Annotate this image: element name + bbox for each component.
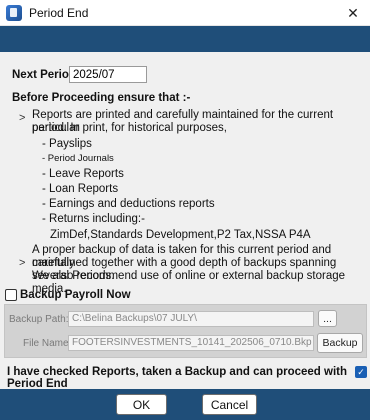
footer-bar: OK Cancel <box>0 389 370 420</box>
header-banner <box>0 26 370 52</box>
confirm-label: I have checked Reports, taken a Backup a… <box>7 366 348 390</box>
before-heading: Before Proceeding ensure that :- <box>12 92 191 104</box>
point1-line2: particular print, for historical purpose… <box>32 122 227 134</box>
title-bar: Period End ✕ <box>0 0 370 26</box>
cancel-button[interactable]: Cancel <box>202 394 257 415</box>
close-button[interactable]: ✕ <box>336 0 370 26</box>
list-item-earnings-reports: - Earnings and deductions reports <box>42 198 215 210</box>
browse-button[interactable]: ... <box>318 310 337 327</box>
backup-path-field[interactable]: C:\Belina Backups\07 JULY\ <box>68 311 314 327</box>
arrow-icon: > <box>19 112 26 124</box>
window-title: Period End <box>29 5 89 20</box>
app-icon <box>6 4 22 21</box>
returns-detail: ZimDef,Standards Development,P2 Tax,NSSA… <box>50 229 311 241</box>
file-name-field[interactable]: FOOTERSINVESTMENTS_10141_202506_0710.Bkp <box>68 335 314 351</box>
arrow-icon: > <box>19 257 26 269</box>
backup-path-label: Backup Path: <box>9 314 69 325</box>
backup-now-label: Backup Payroll Now <box>20 289 131 301</box>
list-item-returns: - Returns including:- <box>42 213 145 225</box>
list-item-period-journals: - Period Journals <box>42 153 114 164</box>
backup-now-checkbox[interactable] <box>5 289 17 301</box>
next-period-field[interactable] <box>69 66 147 83</box>
confirm-checkbox[interactable]: ✓ <box>355 366 367 378</box>
backup-button[interactable]: Backup <box>317 333 363 353</box>
list-item-payslips: - Payslips <box>42 138 92 150</box>
list-item-leave-reports: - Leave Reports <box>42 168 124 180</box>
list-item-loan-reports: - Loan Reports <box>42 183 119 195</box>
file-name-label: File Name: <box>23 338 72 349</box>
next-period-label: Next Period <box>12 69 76 81</box>
ok-button[interactable]: OK <box>116 394 167 415</box>
backup-group: Backup Path: C:\Belina Backups\07 JULY\ … <box>4 304 367 358</box>
